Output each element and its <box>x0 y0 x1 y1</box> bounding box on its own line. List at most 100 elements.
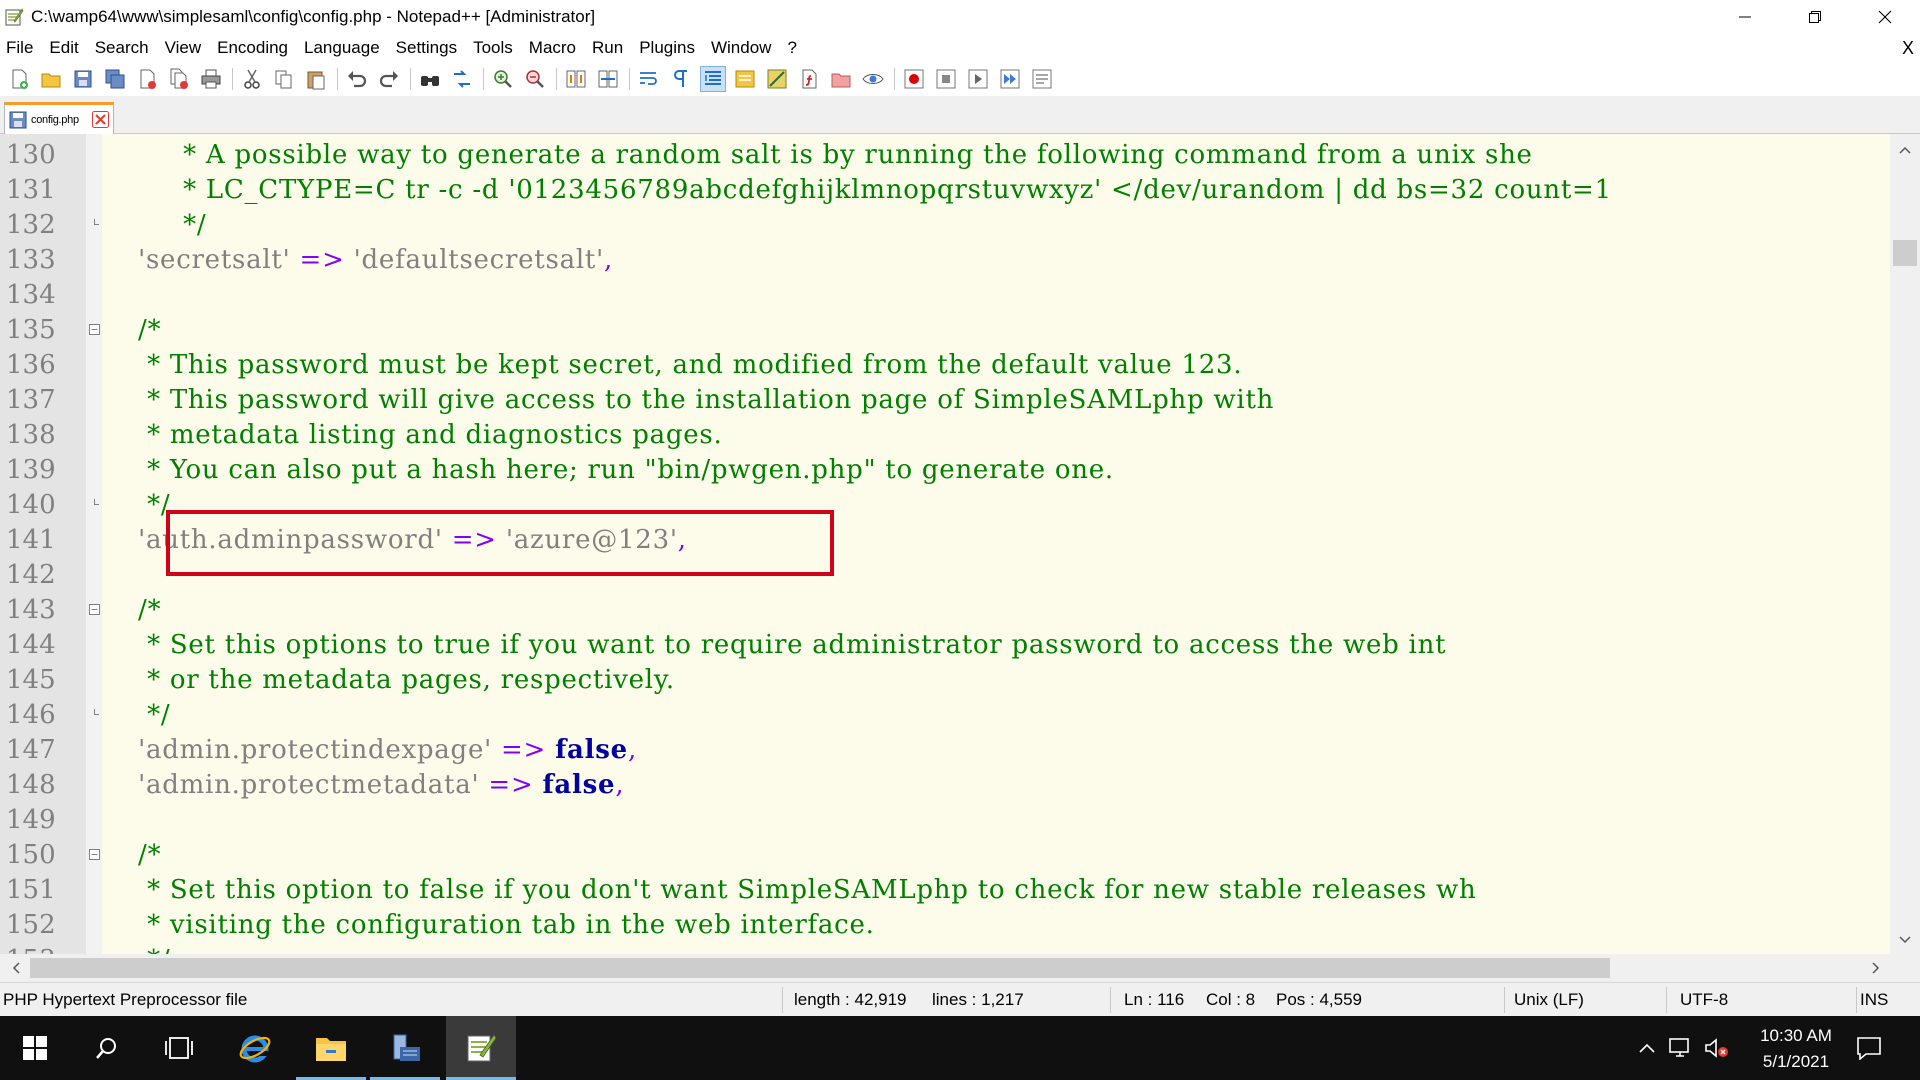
internet-explorer-button[interactable] <box>220 1016 290 1080</box>
tray-overflow-button[interactable] <box>1634 1036 1660 1060</box>
fold-toggle-icon[interactable] <box>89 849 100 860</box>
menu-macro[interactable]: Macro <box>521 38 584 58</box>
menu-run[interactable]: Run <box>584 38 631 58</box>
code-line[interactable]: 145 * or the metadata pages, respectivel… <box>0 663 1890 698</box>
close-all-button[interactable] <box>166 66 192 92</box>
close-file-button[interactable] <box>134 66 160 92</box>
menu-search[interactable]: Search <box>87 38 157 58</box>
macro-play-button[interactable] <box>965 66 991 92</box>
fold-toggle-icon[interactable] <box>89 324 100 335</box>
code-line[interactable]: 152 * visiting the configuration tab in … <box>0 908 1890 943</box>
code-line[interactable]: 134 <box>0 278 1890 313</box>
code-line[interactable]: 135 /* <box>0 313 1890 348</box>
status-file-type: PHP Hypertext Preprocessor file <box>3 990 248 1009</box>
paste-button[interactable] <box>303 66 329 92</box>
cut-button[interactable] <box>239 66 265 92</box>
code-line[interactable]: 138 * metadata listing and diagnostics p… <box>0 418 1890 453</box>
code-line[interactable]: 146 */ <box>0 698 1890 733</box>
code-line[interactable]: 137 * This password will give access to … <box>0 383 1890 418</box>
open-file-button[interactable] <box>38 66 64 92</box>
function-list-button[interactable] <box>796 66 822 92</box>
code-line[interactable]: 136 * This password must be kept secret,… <box>0 348 1890 383</box>
sync-vertical-button[interactable] <box>563 66 589 92</box>
code-line[interactable]: 139 * You can also put a hash here; run … <box>0 453 1890 488</box>
code-line[interactable]: 130 * A possible way to generate a rando… <box>0 138 1890 173</box>
copy-button[interactable] <box>271 66 297 92</box>
clock-date[interactable]: 5/1/2021 <box>1740 1052 1852 1072</box>
monitoring-button[interactable] <box>860 66 886 92</box>
file-explorer-button[interactable] <box>296 1016 366 1080</box>
undo-button[interactable] <box>344 66 370 92</box>
scroll-down-button[interactable] <box>1895 930 1915 950</box>
code-line[interactable]: 153 */ <box>0 943 1890 954</box>
menu-view[interactable]: View <box>157 38 210 58</box>
sync-horizontal-button[interactable] <box>595 66 621 92</box>
menu-bar: File Edit Search View Encoding Language … <box>0 34 1920 62</box>
task-view-button[interactable] <box>144 1016 214 1080</box>
macro-run-multiple-button[interactable] <box>997 66 1023 92</box>
user-language-button[interactable] <box>732 66 758 92</box>
zoom-out-button[interactable] <box>522 66 548 92</box>
menu-tools[interactable]: Tools <box>465 38 521 58</box>
scroll-up-button[interactable] <box>1895 140 1915 160</box>
code-line[interactable]: 150 /* <box>0 838 1890 873</box>
menu-help[interactable]: ? <box>779 38 804 58</box>
start-button[interactable] <box>0 1016 70 1080</box>
save-all-button[interactable] <box>102 66 128 92</box>
notepadpp-taskbar-button[interactable] <box>446 1016 516 1080</box>
menu-plugins[interactable]: Plugins <box>631 38 703 58</box>
document-map-button[interactable] <box>764 66 790 92</box>
code-text: 'admin.protectindexpage' => false, <box>102 733 637 768</box>
tab-config-php[interactable]: config.php <box>4 102 114 134</box>
fold-toggle-icon[interactable] <box>89 604 100 615</box>
search-button[interactable] <box>72 1016 142 1080</box>
tab-close-button[interactable] <box>92 111 109 128</box>
folder-workspace-button[interactable] <box>828 66 854 92</box>
new-file-button[interactable] <box>6 66 32 92</box>
menu-file[interactable]: File <box>0 38 41 58</box>
scroll-left-button[interactable] <box>6 958 26 978</box>
code-line[interactable]: 144 * Set this options to true if you wa… <box>0 628 1890 663</box>
minimize-button[interactable] <box>1710 0 1780 34</box>
menu-edit[interactable]: Edit <box>41 38 86 58</box>
close-document-button[interactable]: X <box>1902 38 1914 59</box>
macro-stop-button[interactable] <box>933 66 959 92</box>
code-line[interactable]: 149 <box>0 803 1890 838</box>
code-token-comment: * You can also put a hash here; run "bin… <box>102 455 1114 485</box>
action-center-button[interactable] <box>1856 1036 1882 1060</box>
find-button[interactable] <box>417 66 443 92</box>
code-line[interactable]: 147 'admin.protectindexpage' => false, <box>0 733 1890 768</box>
indent-guide-button[interactable] <box>700 66 726 92</box>
line-number: 152 <box>6 910 56 940</box>
vertical-scroll-thumb[interactable] <box>1893 240 1917 266</box>
network-button[interactable] <box>1668 1036 1694 1060</box>
code-line[interactable]: 148 'admin.protectmetadata' => false, <box>0 768 1890 803</box>
code-line[interactable]: 151 * Set this option to false if you do… <box>0 873 1890 908</box>
menu-encoding[interactable]: Encoding <box>209 38 296 58</box>
code-token-comment: /* <box>102 840 162 870</box>
macro-record-button[interactable] <box>901 66 927 92</box>
function-list-icon <box>802 69 817 89</box>
zoom-in-button[interactable] <box>490 66 516 92</box>
menu-window[interactable]: Window <box>703 38 779 58</box>
show-all-chars-button[interactable] <box>668 66 694 92</box>
replace-button[interactable] <box>449 66 475 92</box>
close-window-button[interactable] <box>1850 0 1920 34</box>
word-wrap-button[interactable] <box>636 66 662 92</box>
code-line[interactable]: 132 */ <box>0 208 1890 243</box>
clock-time[interactable]: 10:30 AM <box>1740 1026 1852 1046</box>
menu-settings[interactable]: Settings <box>388 38 465 58</box>
macro-save-button[interactable] <box>1029 66 1055 92</box>
redo-button[interactable] <box>376 66 402 92</box>
server-manager-button[interactable] <box>370 1016 440 1080</box>
code-line[interactable]: 133 'secretsalt' => 'defaultsecretsalt', <box>0 243 1890 278</box>
print-button[interactable] <box>198 66 224 92</box>
scroll-right-button[interactable] <box>1866 958 1886 978</box>
restore-button[interactable] <box>1780 0 1850 34</box>
code-line[interactable]: 131 * LC_CTYPE=C tr -c -d '0123456789abc… <box>0 173 1890 208</box>
horizontal-scroll-thumb[interactable] <box>30 958 1610 978</box>
code-line[interactable]: 143 /* <box>0 593 1890 628</box>
save-button[interactable] <box>70 66 96 92</box>
volume-button[interactable] <box>1704 1036 1730 1060</box>
menu-language[interactable]: Language <box>296 38 388 58</box>
